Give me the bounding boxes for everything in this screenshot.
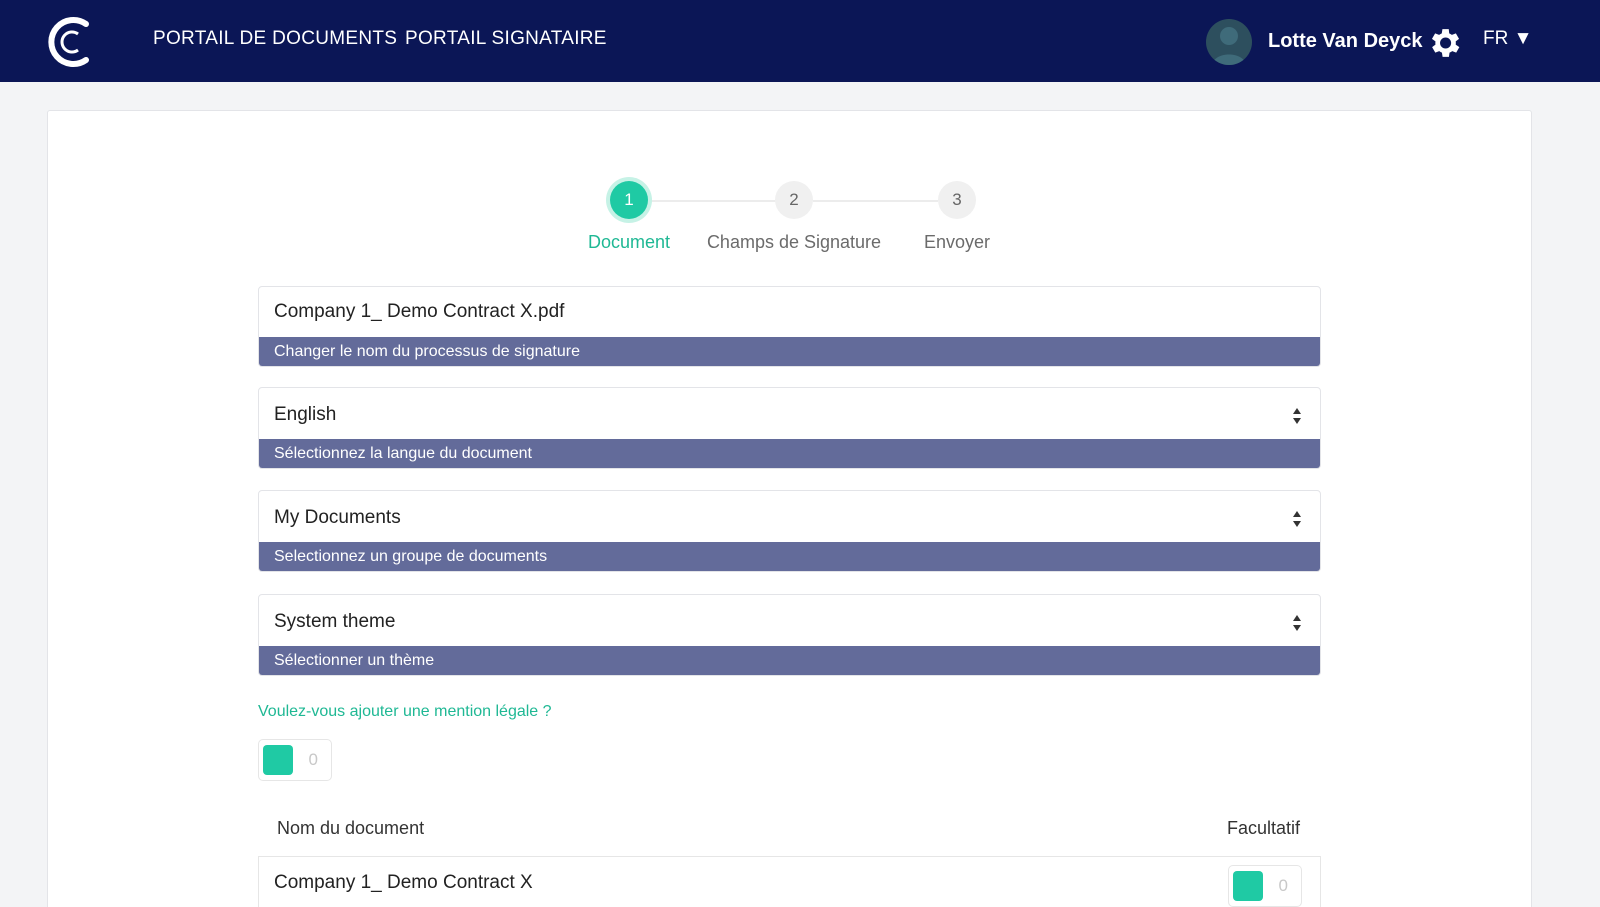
legal-mention-toggle[interactable]: 0: [258, 739, 332, 781]
process-name-input[interactable]: Company 1_ Demo Contract X.pdf: [274, 301, 564, 323]
table-row: Company 1_ Demo Contract X 0: [258, 856, 1321, 907]
theme-value[interactable]: System theme: [274, 611, 395, 633]
document-group-value[interactable]: My Documents: [274, 507, 401, 529]
legal-mention-question: Voulez-vous ajouter une mention légale ?: [258, 703, 552, 720]
language-selector[interactable]: FR ▼: [1483, 28, 1532, 50]
step-3-circle[interactable]: 3: [938, 181, 976, 219]
toggle-knob: [263, 745, 293, 775]
brand-logo-icon[interactable]: [44, 14, 94, 70]
column-header-document-name: Nom du document: [277, 818, 425, 838]
document-name: Company 1_ Demo Contract X: [274, 872, 533, 893]
column-header-optional: Facultatif: [1227, 818, 1301, 838]
user-name[interactable]: Lotte Van Deyck: [1268, 30, 1423, 53]
nav-documents-portal[interactable]: PORTAIL DE DOCUMENTS: [153, 28, 397, 50]
document-language-help: Sélectionnez la langue du document: [259, 439, 1320, 468]
process-name-field[interactable]: Company 1_ Demo Contract X.pdf Changer l…: [258, 286, 1321, 367]
document-group-help: Selectionnez un groupe de documents: [259, 542, 1320, 571]
process-name-help: Changer le nom du processus de signature: [259, 337, 1320, 366]
step-1-circle[interactable]: 1: [610, 181, 648, 219]
stepper-connector: [648, 200, 778, 202]
toggle-state-label: 0: [308, 750, 318, 769]
step-2-label[interactable]: Champs de Signature: [700, 232, 888, 253]
nav-signer-portal[interactable]: PORTAIL SIGNATAIRE: [405, 28, 607, 50]
toggle-state-label: 0: [1278, 876, 1288, 895]
select-arrows-icon: [1293, 615, 1301, 631]
user-avatar-icon: [1212, 27, 1246, 65]
top-navigation-bar: PORTAIL DE DOCUMENTS PORTAIL SIGNATAIRE …: [0, 0, 1600, 82]
document-language-value[interactable]: English: [274, 404, 336, 426]
optional-toggle[interactable]: 0: [1228, 865, 1302, 907]
gear-icon[interactable]: [1425, 24, 1463, 62]
step-1-label[interactable]: Document: [588, 232, 670, 253]
stepper-connector: [813, 200, 938, 202]
theme-select[interactable]: System theme Sélectionner un thème: [258, 594, 1321, 676]
toggle-knob: [1233, 871, 1263, 901]
select-arrows-icon: [1293, 408, 1301, 424]
avatar[interactable]: [1206, 19, 1252, 65]
step-2-circle[interactable]: 2: [775, 181, 813, 219]
step-3-label[interactable]: Envoyer: [918, 232, 996, 253]
theme-help: Sélectionner un thème: [259, 646, 1320, 675]
document-group-select[interactable]: My Documents Selectionnez un groupe de d…: [258, 490, 1321, 572]
document-language-select[interactable]: English Sélectionnez la langue du docume…: [258, 387, 1321, 469]
select-arrows-icon: [1293, 511, 1301, 527]
